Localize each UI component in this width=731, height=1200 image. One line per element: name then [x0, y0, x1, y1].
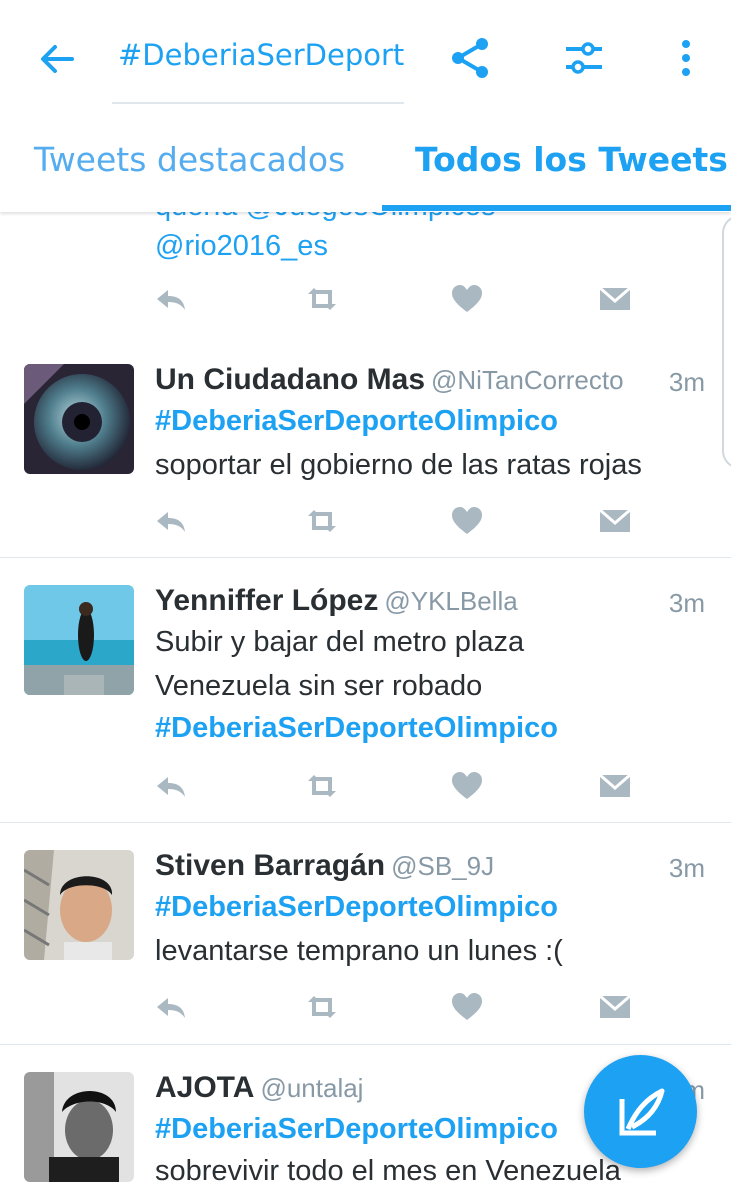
tweet-mention[interactable]: @rio2016_es	[155, 230, 328, 263]
author-name[interactable]: Stiven Barragán	[155, 849, 385, 882]
avatar[interactable]	[24, 364, 134, 474]
tweet-timestamp: 3m	[668, 367, 705, 397]
compose-tweet-button[interactable]	[584, 1055, 697, 1168]
author-handle[interactable]: @untalaj	[260, 1073, 363, 1103]
tab-tweets-destacados[interactable]: Tweets destacados	[34, 140, 345, 179]
avatar[interactable]	[24, 850, 134, 960]
like-icon[interactable]	[450, 506, 484, 536]
reply-icon[interactable]	[154, 992, 188, 1022]
reply-icon[interactable]	[154, 506, 188, 536]
search-input[interactable]: #DeberiaSerDeporteOlimpico	[112, 28, 404, 104]
more-vert-icon[interactable]	[660, 32, 712, 84]
tweet-item[interactable]: Stiven Barragán @SB_9J 3m #DeberiaSerDepo…	[0, 823, 731, 1045]
tweet-author[interactable]: Yenniffer López @YKLBella	[155, 584, 518, 618]
tweet-timestamp: 3m	[668, 588, 705, 618]
tweet-author[interactable]: Un Ciudadano Mas @NiTanCorrecto	[155, 363, 624, 397]
author-name[interactable]: Yenniffer López	[155, 584, 378, 617]
reply-icon[interactable]	[154, 771, 188, 801]
like-icon[interactable]	[450, 992, 484, 1022]
search-query-text[interactable]: #DeberiaSerDeporteOlimpico	[118, 38, 404, 72]
tweet-text-line: soportar el gobierno de las ratas rojas	[155, 449, 642, 481]
author-handle[interactable]: @YKLBella	[384, 586, 517, 616]
tweet-author[interactable]: AJOTA @untalaj	[155, 1071, 363, 1105]
tweet-text-line: Venezuela sin ser robado	[155, 670, 483, 702]
hashtag-link[interactable]: #DeberiaSerDeporteOlimpico	[155, 1113, 558, 1146]
scroll-edge-indicator	[722, 215, 731, 469]
tweet-author[interactable]: Stiven Barragán @SB_9J	[155, 849, 494, 883]
direct-message-icon[interactable]	[598, 771, 632, 801]
author-name[interactable]: AJOTA	[155, 1071, 254, 1104]
like-icon[interactable]	[450, 771, 484, 801]
like-icon[interactable]	[450, 284, 484, 314]
tweet-timestamp: 3m	[668, 853, 705, 883]
tab-todos-los-tweets[interactable]: Todos los Tweets	[415, 140, 728, 179]
app-bar: #DeberiaSerDeporteOlimpico Tweets destac…	[0, 0, 731, 212]
tweet-text-line: Subir y bajar del metro plaza	[155, 626, 525, 658]
direct-message-icon[interactable]	[598, 992, 632, 1022]
tweet-item[interactable]: Un Ciudadano Mas @NiTanCorrecto 3m #Deber…	[0, 337, 731, 558]
avatar[interactable]	[24, 585, 134, 695]
retweet-icon[interactable]	[305, 771, 339, 801]
avatar[interactable]	[24, 1072, 134, 1182]
retweet-icon[interactable]	[305, 992, 339, 1022]
share-icon[interactable]	[444, 32, 496, 84]
tweet-item[interactable]: Yenniffer López @YKLBella 3m Subir y baja…	[0, 558, 731, 823]
retweet-icon[interactable]	[305, 506, 339, 536]
author-name[interactable]: Un Ciudadano Mas	[155, 363, 425, 396]
hashtag-link[interactable]: #DeberiaSerDeporteOlimpico	[155, 891, 558, 924]
direct-message-icon[interactable]	[598, 284, 632, 314]
arrow-left-icon[interactable]	[34, 36, 80, 82]
reply-icon[interactable]	[154, 284, 188, 314]
compose-tweet-icon	[619, 1088, 665, 1136]
active-tab-indicator	[382, 205, 731, 211]
hashtag-link[interactable]: #DeberiaSerDeporteOlimpico	[155, 712, 558, 745]
tweet-text-line: levantarse temprano un lunes :(	[155, 935, 563, 967]
hashtag-link[interactable]: #DeberiaSerDeporteOlimpico	[155, 405, 558, 438]
tweet-text-line: sobrevivir todo el mes en Venezuela	[155, 1155, 621, 1187]
filter-sliders-icon[interactable]	[558, 32, 610, 84]
author-handle[interactable]: @SB_9J	[391, 851, 494, 881]
direct-message-icon[interactable]	[598, 506, 632, 536]
retweet-icon[interactable]	[305, 284, 339, 314]
author-handle[interactable]: @NiTanCorrecto	[431, 365, 624, 395]
